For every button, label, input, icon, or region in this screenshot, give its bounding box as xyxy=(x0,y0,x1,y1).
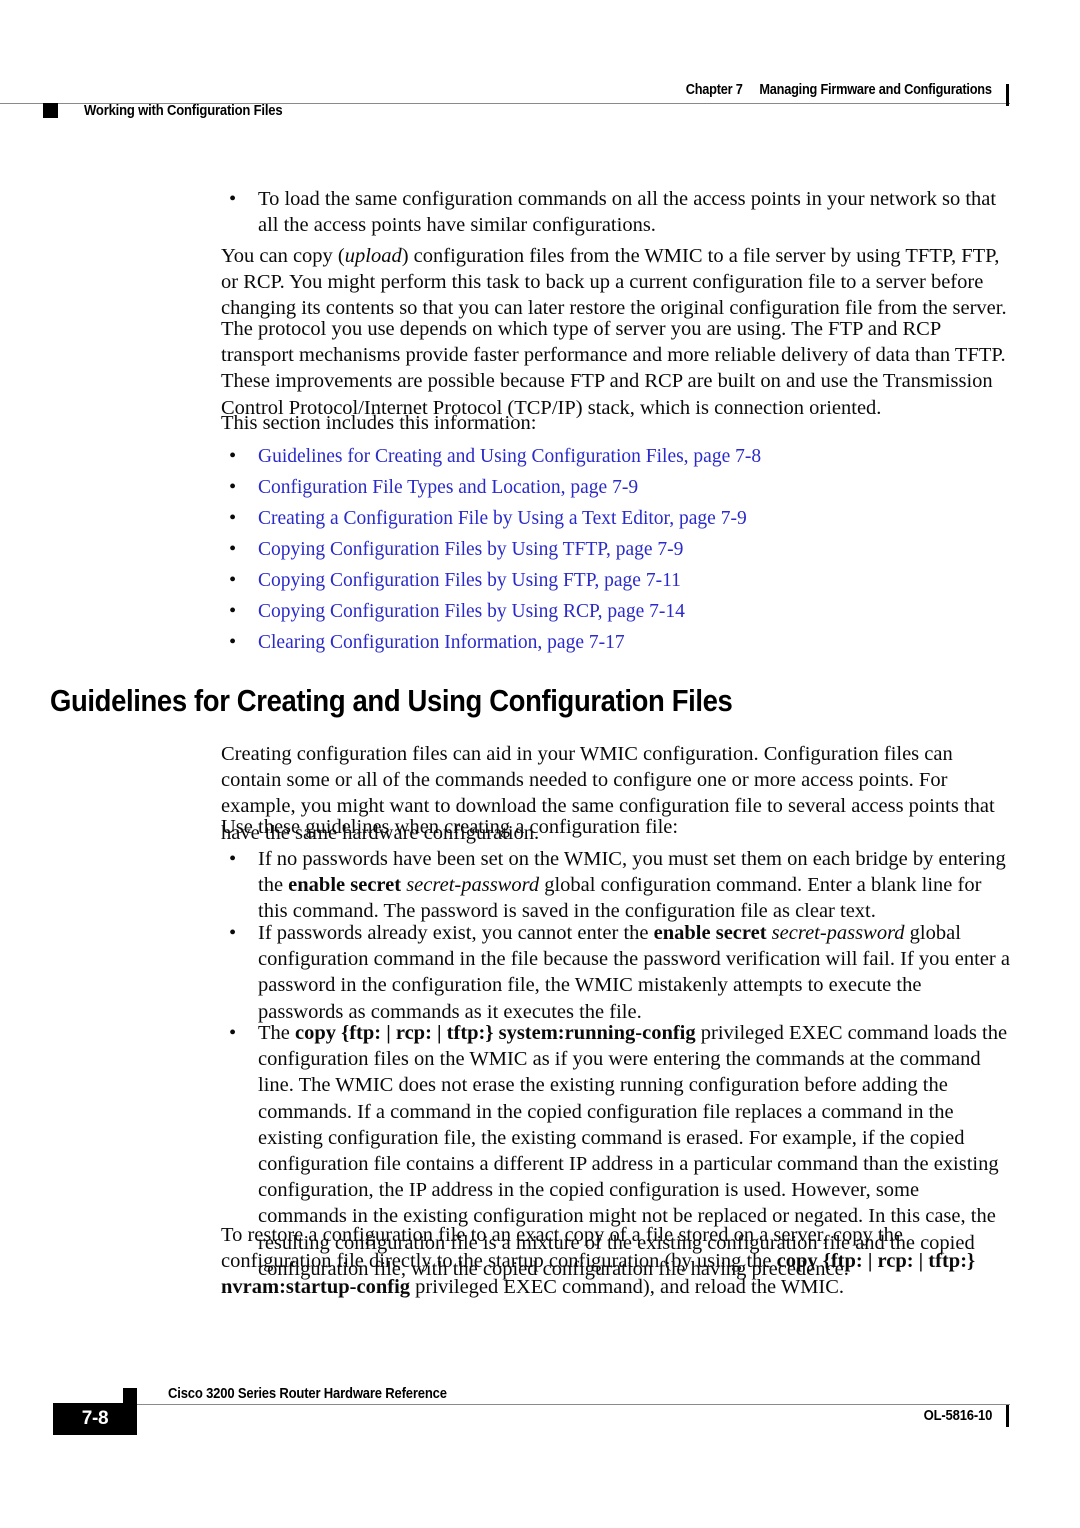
upload-para-italic-term: upload xyxy=(344,245,402,267)
xref-link-file-types[interactable]: Configuration File Types and Location, p… xyxy=(258,477,638,498)
bullet-dot-icon: • xyxy=(229,538,237,560)
footer-page-number: 7-8 xyxy=(81,1408,109,1429)
guideline-3-command-copy: copy xyxy=(295,1022,336,1044)
list-item: • If passwords already exist, you cannot… xyxy=(221,920,1011,1025)
bullet-dot-icon: • xyxy=(229,476,237,498)
page-header: Chapter 7 Managing Firmware and Configura… xyxy=(0,0,1080,140)
xref-link-rcp[interactable]: Copying Configuration Files by Using RCP… xyxy=(258,601,685,622)
bullet-dot-icon: • xyxy=(229,600,237,622)
restore-command-protocol-options: {ftp: | rcp: | tftp:} xyxy=(817,1250,976,1273)
guideline-2-part1: If passwords already exist, you cannot e… xyxy=(258,922,654,944)
restore-command-nvram-startup-config: nvram:startup-config xyxy=(221,1276,411,1299)
footer-square-marker-icon xyxy=(123,1388,137,1403)
footer-rule-divider xyxy=(137,1403,1010,1405)
xref-link-list-block: • Guidelines for Creating and Using Conf… xyxy=(221,441,1011,658)
list-item[interactable]: • Copying Configuration Files by Using R… xyxy=(221,596,1011,627)
section-includes-paragraph: This section includes this information: xyxy=(221,412,537,434)
xref-link-guidelines[interactable]: Guidelines for Creating and Using Config… xyxy=(258,446,761,467)
page-section-heading: Guidelines for Creating and Using Config… xyxy=(50,684,733,718)
restore-part2: privileged EXEC command), and reload the… xyxy=(410,1276,845,1299)
restore-command-copy: copy xyxy=(776,1250,818,1273)
list-item[interactable]: • Clearing Configuration Information, pa… xyxy=(221,627,1011,658)
header-endcap-mark xyxy=(1006,84,1010,106)
bullet-dot-icon: • xyxy=(229,848,237,870)
guideline-3-command-protocol-options: {ftp: | rcp: | tftp:} xyxy=(336,1022,494,1044)
xref-link-clearing[interactable]: Clearing Configuration Information, page… xyxy=(258,632,625,653)
page-footer: Cisco 3200 Series Router Hardware Refere… xyxy=(0,1386,1080,1468)
bullet-dot-icon: • xyxy=(229,188,237,210)
intro-bullet-list: • To load the same configuration command… xyxy=(221,186,1011,238)
footer-document-title: Cisco 3200 Series Router Hardware Refere… xyxy=(168,1386,447,1402)
header-chapter-number: Chapter 7 xyxy=(685,82,743,98)
xref-link-ftp[interactable]: Copying Configuration Files by Using FTP… xyxy=(258,570,681,591)
bullet-dot-icon: • xyxy=(229,569,237,591)
list-item[interactable]: • Copying Configuration Files by Using T… xyxy=(221,534,1011,565)
guideline-1-command-enable-secret: enable secret xyxy=(288,874,402,897)
guideline-3-part1: The xyxy=(258,1022,295,1044)
list-item: • To load the same configuration command… xyxy=(221,186,1011,238)
guideline-1-variable-secret-password: secret-password xyxy=(406,874,540,897)
xref-link-tftp[interactable]: Copying Configuration Files by Using TFT… xyxy=(258,539,683,560)
upload-paragraph: You can copy (upload) configuration file… xyxy=(221,243,1011,322)
guideline-3-command-system-running-config: system:running-config xyxy=(493,1022,696,1044)
list-item: • If no passwords have been set on the W… xyxy=(221,846,1011,925)
header-chapter-title: Managing Firmware and Configurations xyxy=(759,82,993,98)
guideline-1-list: • If no passwords have been set on the W… xyxy=(221,846,1011,925)
xref-link-list: • Guidelines for Creating and Using Conf… xyxy=(221,441,1011,658)
bullet-dot-icon: • xyxy=(229,445,237,467)
protocol-paragraph: The protocol you use depends on which ty… xyxy=(221,318,1006,419)
guideline-2-command-enable-secret: enable secret xyxy=(653,922,767,944)
header-section-title: Working with Configuration Files xyxy=(84,103,283,119)
upload-para-pre: You can copy ( xyxy=(221,245,345,267)
guideline-2-variable-secret-password: secret-password xyxy=(771,922,905,944)
use-guidelines-paragraph: Use these guidelines when creating a con… xyxy=(221,816,679,838)
header-square-marker-icon xyxy=(43,103,58,118)
restore-paragraph: To restore a configuration file to an ex… xyxy=(221,1222,1011,1301)
bullet-dot-icon: • xyxy=(229,631,237,653)
restore-paragraph-block: To restore a configuration file to an ex… xyxy=(221,1222,1011,1320)
bullet-dot-icon: • xyxy=(229,1022,237,1044)
xref-link-text-editor[interactable]: Creating a Configuration File by Using a… xyxy=(258,508,747,529)
bullet-dot-icon: • xyxy=(229,922,237,944)
list-item[interactable]: • Copying Configuration Files by Using F… xyxy=(221,565,1011,596)
list-item[interactable]: • Configuration File Types and Location,… xyxy=(221,472,1011,503)
intro-bullet-text: To load the same configuration commands … xyxy=(258,188,997,237)
list-item[interactable]: • Creating a Configuration File by Using… xyxy=(221,503,1011,534)
footer-document-number: OL-5816-10 xyxy=(923,1408,992,1424)
header-chapter-line: Chapter 7 Managing Firmware and Configura… xyxy=(686,82,992,98)
list-item[interactable]: • Guidelines for Creating and Using Conf… xyxy=(221,441,1011,472)
bullet-dot-icon: • xyxy=(229,507,237,529)
footer-endcap-mark xyxy=(1006,1405,1010,1427)
guideline-2-list: • If passwords already exist, you cannot… xyxy=(221,920,1011,1025)
